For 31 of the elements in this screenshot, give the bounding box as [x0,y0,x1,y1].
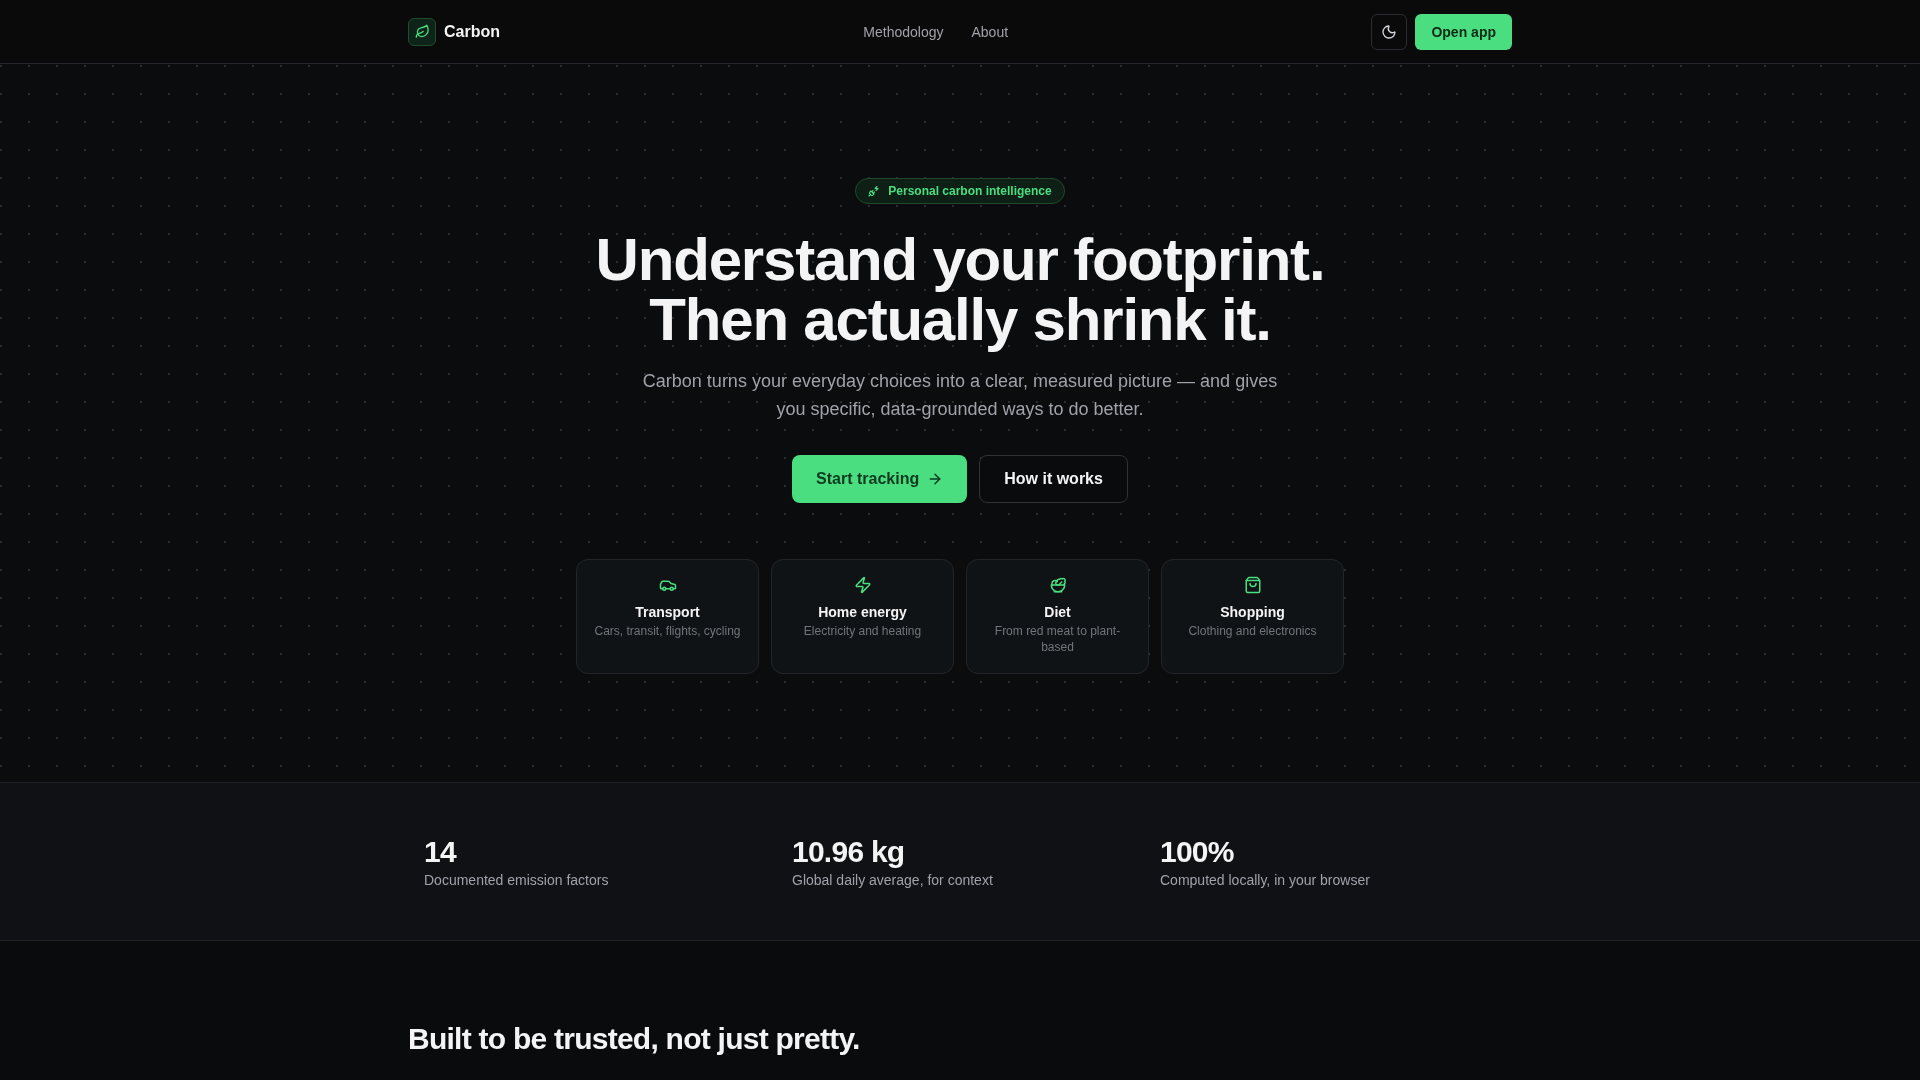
theme-toggle-button[interactable] [1371,13,1408,50]
plug-icon [868,185,881,197]
open-app-button[interactable]: Open app [1415,13,1512,50]
nav-link[interactable]: About [971,21,1009,42]
leaf-logo-icon [408,17,436,46]
stat-label: Documented emission factors [424,870,610,890]
start-tracking-button[interactable]: Start tracking [792,455,968,503]
category-title: Shopping [1220,603,1285,622]
category-title: Transport [635,603,700,622]
category-description: Electricity and heating [803,623,922,639]
brand-name: Carbon [444,21,500,42]
category-description: From red meat to plant-based [993,623,1122,655]
hero-heading: Understand your footprint. Then actually shrink it. [595,230,1325,350]
moon-icon [1381,23,1398,40]
shopping-bag-icon [1243,576,1262,594]
stat-label: Global daily average, for context [792,870,994,890]
salad-bowl-icon [1048,576,1067,594]
category-description: Cars, transit, flights, cycling [594,623,741,639]
hero-badge: Personal carbon intelligence [855,178,1065,204]
hero-subtitle: Carbon turns your everyday choices into a clear, measured picture — and gives you specific, data-grounded ways to do better. [641,370,1279,421]
stat-value: 100% [1160,833,1235,870]
category-description: Clothing and electronics [1188,623,1317,639]
stat-label: Computed locally, in your browser [1160,870,1371,890]
nav-link[interactable]: Methodology [863,21,944,42]
category-title: Home energy [818,603,907,622]
stat-value: 14 [424,833,458,870]
category-title: Diet [1044,603,1071,622]
section-heading: Built to be trusted, not just pretty. [408,1021,861,1057]
lightning-bolt-icon [853,576,872,594]
stat-value: 10.96 kg [792,833,906,870]
how-it-works-button[interactable]: How it works [979,455,1128,503]
